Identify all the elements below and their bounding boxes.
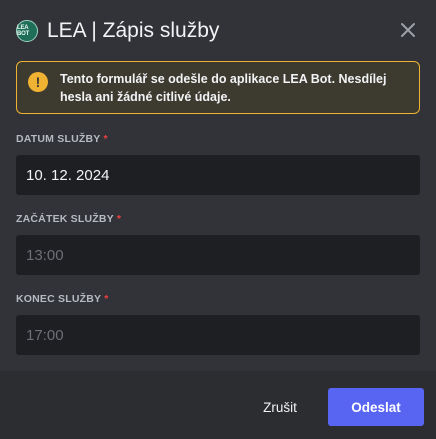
- cancel-button[interactable]: Zrušit: [248, 388, 312, 426]
- end-label-text: KONEC SLUŽBY: [16, 293, 102, 305]
- warning-icon: !: [28, 72, 48, 92]
- notice-text: Tento formulář se odešle do aplikace LEA…: [60, 72, 387, 104]
- modal-footer: Zrušit Odeslat: [0, 371, 436, 439]
- modal-title: LEA | Zápis služby: [47, 19, 220, 42]
- modal-header: LEA BOT LEA | Zápis služby: [0, 0, 436, 62]
- date-label: DATUM SLUŽBY *: [16, 133, 108, 145]
- modal-dialog: LEA BOT LEA | Zápis služby ! Tento formu…: [0, 0, 436, 439]
- end-label: KONEC SLUŽBY *: [16, 293, 109, 305]
- required-mark: *: [103, 133, 108, 145]
- lea-logo-icon: LEA BOT: [16, 20, 38, 42]
- start-time-input[interactable]: [16, 235, 420, 275]
- close-button[interactable]: [396, 18, 420, 42]
- end-time-input[interactable]: [16, 315, 420, 355]
- date-label-text: DATUM SLUŽBY: [16, 133, 101, 145]
- required-mark: *: [104, 293, 109, 305]
- close-icon: [401, 23, 415, 37]
- date-input[interactable]: [16, 155, 420, 195]
- start-label-text: ZAČÁTEK SLUŽBY: [16, 213, 114, 225]
- start-label: ZAČÁTEK SLUŽBY *: [16, 213, 121, 225]
- submit-button[interactable]: Odeslat: [328, 388, 424, 426]
- required-mark: *: [116, 213, 122, 225]
- warning-notice: ! Tento formulář se odešle do aplikace L…: [16, 61, 420, 114]
